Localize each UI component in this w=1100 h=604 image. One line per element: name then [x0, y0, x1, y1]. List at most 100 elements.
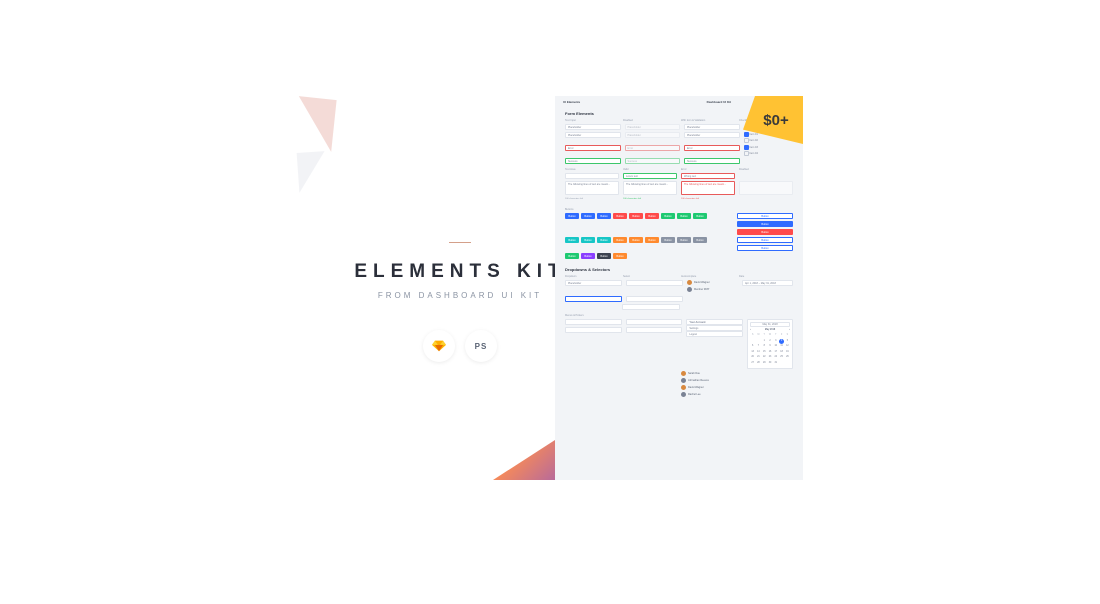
textarea-disabled	[739, 181, 793, 195]
decor-triangle-grey	[297, 151, 328, 193]
decor-triangle-pink	[293, 96, 336, 152]
text-input-icon[interactable]: Placeholder	[684, 132, 740, 138]
menu-input[interactable]	[565, 327, 622, 333]
button[interactable]: Button	[677, 237, 691, 243]
checkbox[interactable]: Item 04	[744, 151, 794, 156]
select[interactable]	[626, 280, 683, 286]
button-outline[interactable]: Button	[737, 213, 793, 219]
autocomplete-item[interactable]: Member MVP	[687, 287, 738, 292]
button[interactable]: Button	[661, 213, 675, 219]
button[interactable]: Button	[565, 213, 579, 219]
cal-title: May 2018	[765, 329, 775, 331]
button[interactable]: Button	[597, 253, 611, 259]
col-label: With Icon & Validation	[681, 119, 735, 122]
section-dropdowns: Dropdowns & Selectors Dropdown Select Au…	[555, 264, 803, 404]
button[interactable]: Button	[613, 237, 627, 243]
calendar-grid: SMTWTFS 12345 6789101112 13141516171819 …	[750, 333, 790, 366]
col-label: Text Input	[565, 119, 619, 122]
accent-line	[449, 242, 471, 243]
user-item[interactable]: Johnathan Reeves	[681, 378, 735, 383]
cal-selected-day[interactable]: 4	[779, 339, 784, 344]
format-row: PS	[360, 330, 560, 362]
button[interactable]: Button	[597, 237, 611, 243]
menu-input[interactable]	[626, 327, 683, 333]
button[interactable]: Button	[565, 237, 579, 243]
autocomplete-item[interactable]: David Wagner	[687, 280, 738, 285]
product-subtitle: FROM DASHBOARD UI KIT	[330, 291, 590, 300]
col-label: Dropdown	[565, 275, 619, 278]
col-label: Disabled	[739, 168, 793, 171]
decor-photo-triangle	[493, 440, 555, 480]
button[interactable]: Button	[693, 237, 707, 243]
textarea[interactable]: The following lines of text are meant...	[565, 181, 619, 195]
button[interactable]: Button	[693, 213, 707, 219]
menu-input[interactable]	[626, 319, 683, 325]
user-item[interactable]: David Wagner	[681, 385, 735, 390]
button[interactable]: Button	[565, 253, 579, 259]
text-input[interactable]: Placeholder	[565, 132, 621, 138]
textarea-title-valid[interactable]: Lorem text	[623, 173, 677, 179]
dropdown-active[interactable]	[565, 296, 622, 302]
textarea-title-error[interactable]: Wrong text	[681, 173, 735, 179]
text-input-success[interactable]: Success	[565, 158, 621, 164]
panel-header-left: UI Elements	[563, 100, 580, 104]
hint-ok: 100 characters left	[623, 198, 677, 200]
button[interactable]: Button	[645, 213, 659, 219]
button[interactable]: Button	[581, 237, 595, 243]
col-label: Select	[623, 275, 677, 278]
button[interactable]: Button	[629, 237, 643, 243]
text-input-error[interactable]: Error	[684, 145, 740, 151]
checkbox[interactable]: Item 03	[744, 145, 794, 150]
button[interactable]: Button	[613, 213, 627, 219]
text-input-disabled: Placeholder	[625, 132, 681, 138]
product-title: ELEMENTS KIT	[330, 261, 590, 283]
button[interactable]: Button	[597, 213, 611, 219]
col-label: Valid	[623, 168, 677, 171]
button[interactable]: Button	[581, 213, 595, 219]
date-input[interactable]: May 31, 2018	[750, 322, 790, 327]
text-input-error: Error	[625, 145, 681, 151]
calendar[interactable]: May 31, 2018 ‹ May 2018 › SMTWTFS 12345 67…	[747, 319, 793, 369]
text-input-icon[interactable]: Placeholder	[684, 124, 740, 130]
sketch-icon	[423, 330, 455, 362]
text-input[interactable]: Placeholder	[565, 124, 621, 130]
menu-item[interactable]: Logout	[686, 331, 743, 337]
user-item[interactable]: Sarah Doe	[681, 371, 735, 376]
cal-prev-icon[interactable]: ‹	[750, 329, 751, 331]
col-label: Autocomplete	[681, 275, 735, 278]
button[interactable]: Button	[613, 253, 627, 259]
select[interactable]	[622, 304, 681, 310]
button[interactable]: Button	[661, 237, 675, 243]
hint: 100 characters left	[565, 198, 619, 200]
dropdown[interactable]: Placeholder	[565, 280, 622, 286]
text-input-error[interactable]: Error	[565, 145, 621, 151]
select[interactable]	[626, 296, 683, 302]
button-outline[interactable]: Button	[737, 237, 793, 243]
col-label: Text Area	[565, 168, 619, 171]
button[interactable]: Button	[581, 253, 595, 259]
button[interactable]: Button	[677, 213, 691, 219]
col-label: Error	[681, 168, 735, 171]
text-input-disabled: Placeholder	[625, 124, 681, 130]
textarea[interactable]: The following lines of text are meant...	[623, 181, 677, 195]
button[interactable]: Button	[737, 221, 793, 227]
button[interactable]: Button	[629, 213, 643, 219]
col-label: Menus & Pickers	[565, 314, 793, 317]
date-range-input[interactable]: Apr 1, 2018 – May 31, 2018	[742, 280, 793, 286]
button-outline[interactable]: Button	[737, 245, 793, 251]
buttons-label: Buttons	[565, 208, 793, 211]
button[interactable]: Button	[737, 229, 793, 235]
cal-next-icon[interactable]: ›	[789, 329, 790, 331]
preview-panel: $0+ UI Elements Dashboard UI Kit Form El…	[555, 96, 803, 480]
text-input-success: Success	[625, 158, 681, 164]
col-label: Date	[739, 275, 793, 278]
textarea-error[interactable]: The following lines of text are meant...	[681, 181, 735, 195]
section-title-drop: Dropdowns & Selectors	[565, 267, 793, 272]
text-input-success[interactable]: Success	[684, 158, 740, 164]
hint-err: 100 characters left	[681, 198, 735, 200]
user-item[interactable]: Rachel Lee	[681, 392, 735, 397]
textarea-title[interactable]	[565, 173, 619, 179]
button[interactable]: Button	[645, 237, 659, 243]
textarea-labels: Text Area Valid Error Disabled	[565, 168, 793, 171]
menu-input[interactable]	[565, 319, 622, 325]
